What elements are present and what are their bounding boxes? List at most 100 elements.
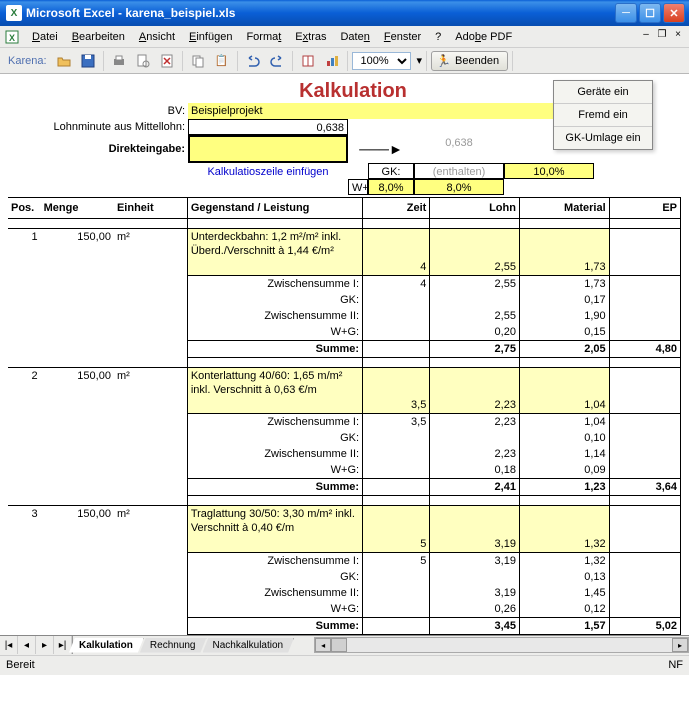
calc-subrow: W+G:0,180,09 (8, 462, 681, 479)
arrow-icon: ───► (348, 135, 414, 163)
tab-nav-last[interactable]: ▸| (54, 636, 72, 654)
tab-nachkalkulation[interactable]: Nachkalkulation (203, 638, 295, 653)
calc-subrow: W+G:0,200,15 (8, 324, 681, 341)
calc-subrow: GK:0,13 (8, 569, 681, 585)
sheet-tab-bar: |◂ ◂ ▸ ▸| Kalkulation Rechnung Nachkalku… (0, 635, 689, 655)
close-button[interactable]: ✕ (663, 3, 685, 23)
tab-rechnung[interactable]: Rechnung (140, 638, 207, 653)
status-nf: NF (668, 659, 683, 671)
calc-subrow: Zwischensumme I:42,551,73 (8, 275, 681, 292)
calc-subrow: Zwischensumme I:3,52,231,04 (8, 414, 681, 431)
direkteingabe-input[interactable] (188, 135, 348, 163)
mdi-close[interactable]: × (671, 28, 685, 42)
gk-umlage-ein-button[interactable]: GK-Umlage ein (554, 127, 652, 149)
redo-icon[interactable] (266, 50, 288, 72)
hscroll-right[interactable]: ▸ (672, 638, 688, 652)
tab-nav-first[interactable]: |◂ (0, 636, 18, 654)
lohnminute-label: Lohnminute aus Mittellohn: (8, 119, 188, 135)
wg-label: W+G: (348, 179, 368, 195)
calc-subrow: GK:0,17 (8, 292, 681, 308)
undo-icon[interactable] (242, 50, 264, 72)
col-pos: Pos. (8, 198, 41, 219)
calc-subrow: W+G:0,260,12 (8, 601, 681, 618)
tab-nav-next[interactable]: ▸ (36, 636, 54, 654)
position-row[interactable]: 1150,00m²Unterdeckbahn: 1,2 m²/m² inkl. … (8, 229, 681, 246)
beenden-button[interactable]: 🏃 Beenden (431, 51, 508, 71)
zoom-select[interactable]: 100% (352, 52, 411, 70)
col-einheit: Einheit (114, 198, 187, 219)
mdi-restore[interactable]: ❐ (655, 28, 669, 42)
calc-subrow: Zwischensumme II:2,231,14 (8, 446, 681, 462)
status-ready: Bereit (6, 659, 35, 671)
print-icon[interactable] (108, 50, 130, 72)
horizontal-scrollbar[interactable]: ◂ ▸ (314, 637, 689, 653)
calc-subrow: Zwischensumme II:2,551,90 (8, 308, 681, 324)
col-zeit: Zeit (363, 198, 430, 219)
col-lohn: Lohn (430, 198, 520, 219)
direkteingabe-label: Direkteingabe: (8, 135, 188, 163)
hscroll-thumb[interactable] (331, 638, 347, 652)
menubar: X Datei Bearbeiten Ansicht Einfügen Form… (0, 26, 689, 48)
copy-icon[interactable] (187, 50, 209, 72)
excel-doc-icon[interactable]: X (4, 29, 20, 45)
options-panel: Geräte ein Fremd ein GK-Umlage ein (553, 80, 653, 150)
bv-label: BV: (8, 103, 188, 119)
lohnminute-value[interactable]: 0,638 (188, 119, 348, 135)
menu-hilfe[interactable]: ? (429, 29, 447, 45)
menu-adobe-pdf[interactable]: Adobe PDF (449, 29, 518, 45)
window-titlebar: X Microsoft Excel - karena_beispiel.xls … (0, 0, 689, 26)
menu-daten[interactable]: Daten (334, 29, 375, 45)
position-row[interactable]: 2150,00m²Konterlattung 40/60: 1,65 m/m² … (8, 367, 681, 384)
toolbar: Karena: 📋 100% ▾ 🏃 Beenden (0, 48, 689, 74)
open-icon[interactable] (53, 50, 75, 72)
save-icon[interactable] (77, 50, 99, 72)
svg-text:X: X (9, 33, 15, 43)
summe-row: Summe:2,411,233,64 (8, 479, 681, 496)
col-ep: EP (609, 198, 680, 219)
kalkulationszeile-link[interactable]: Kalkulatioszeile einfügen (188, 163, 348, 179)
calc-subrow: Zwischensumme I:53,191,32 (8, 552, 681, 569)
calc-subrow: GK:0,10 (8, 430, 681, 446)
menu-datei[interactable]: Datei (26, 29, 64, 45)
hscroll-left[interactable]: ◂ (315, 638, 331, 652)
ghost-lohn: 0,638 (414, 135, 504, 151)
bv-value[interactable]: Beispielprojekt (188, 103, 594, 119)
col-menge: Menge (41, 198, 114, 219)
col-material: Material (519, 198, 609, 219)
worksheet[interactable]: Geräte ein Fremd ein GK-Umlage ein Kalku… (0, 74, 689, 635)
menu-extras[interactable]: Extras (289, 29, 332, 45)
tab-kalkulation[interactable]: Kalkulation (69, 638, 144, 653)
gk-enthalten: (enthalten) (414, 163, 504, 179)
chart-icon[interactable] (321, 50, 343, 72)
minimize-button[interactable]: ─ (615, 3, 637, 23)
book-icon[interactable] (297, 50, 319, 72)
calculation-table: Pos. Menge Einheit Gegenstand / Leistung… (8, 197, 681, 635)
statusbar: Bereit NF (0, 655, 689, 675)
summe-row: Summe:2,752,054,80 (8, 340, 681, 357)
sheet-heading: Kalkulation (188, 80, 518, 103)
wg-lohn-percent[interactable]: 8,0% (368, 179, 414, 195)
menu-bearbeiten[interactable]: Bearbeiten (66, 29, 131, 45)
paste-icon[interactable]: 📋 (211, 50, 233, 72)
window-title: Microsoft Excel - karena_beispiel.xls (26, 6, 615, 20)
menu-ansicht[interactable]: Ansicht (133, 29, 181, 45)
wg-mat-percent[interactable]: 8,0% (414, 179, 504, 195)
red-x-icon[interactable] (156, 50, 178, 72)
excel-app-icon: X (6, 5, 22, 21)
position-row[interactable]: 3150,00m²Traglattung 30/50: 3,30 m/m² in… (8, 506, 681, 523)
fremd-ein-button[interactable]: Fremd ein (554, 104, 652, 127)
menu-format[interactable]: Format (240, 29, 287, 45)
calc-subrow: Zwischensumme II:3,191,45 (8, 585, 681, 601)
col-gegenstand: Gegenstand / Leistung (187, 198, 362, 219)
preview-icon[interactable] (132, 50, 154, 72)
mdi-minimize[interactable]: – (639, 28, 653, 42)
geraete-ein-button[interactable]: Geräte ein (554, 81, 652, 104)
menu-einfuegen[interactable]: Einfügen (183, 29, 238, 45)
toolbar-label: Karena: (4, 55, 51, 67)
summe-row: Summe:3,451,575,02 (8, 617, 681, 634)
maximize-button[interactable]: ☐ (639, 3, 661, 23)
tab-nav-prev[interactable]: ◂ (18, 636, 36, 654)
run-icon: 🏃 (436, 54, 451, 68)
menu-fenster[interactable]: Fenster (378, 29, 427, 45)
gk-percent[interactable]: 10,0% (504, 163, 594, 179)
